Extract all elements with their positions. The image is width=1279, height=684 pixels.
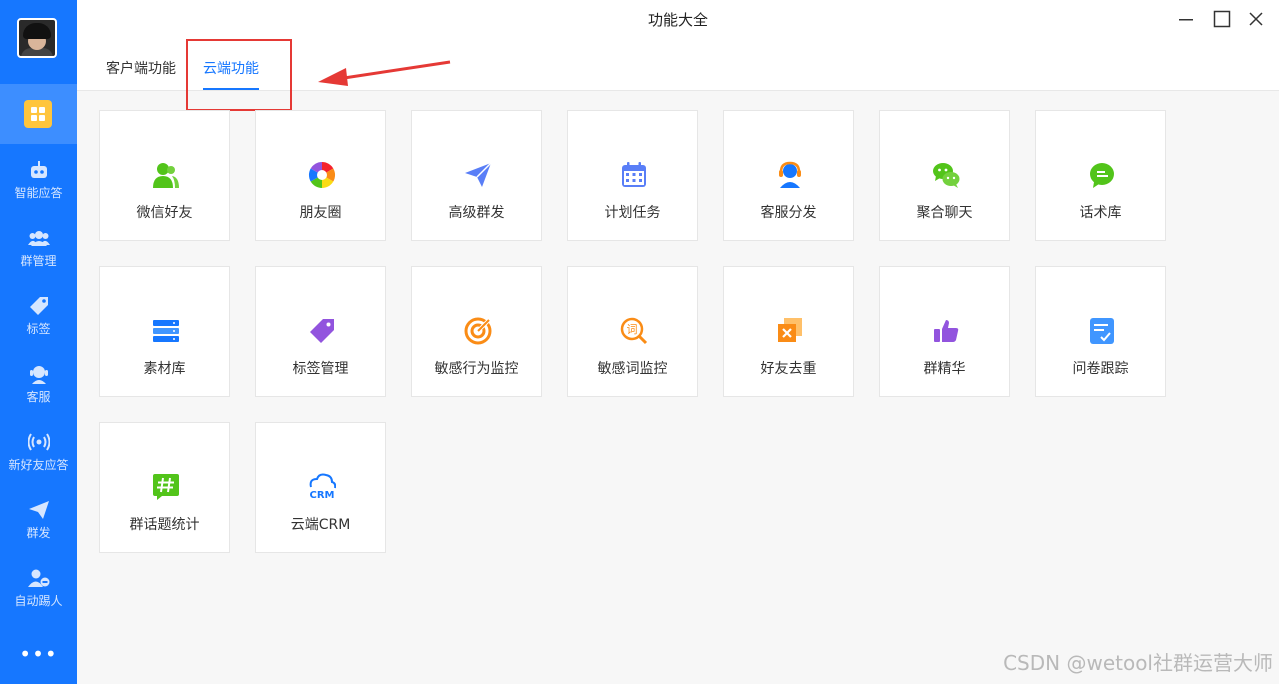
annotation-highlight-box xyxy=(186,39,292,111)
headset-icon xyxy=(779,161,801,188)
feature-card-sensitive-words[interactable]: 词 敏感词监控 xyxy=(567,266,698,397)
paper-plane-icon xyxy=(465,162,492,187)
dedupe-icon xyxy=(778,318,802,342)
headset-icon xyxy=(29,366,48,384)
feature-card-wechat-friends[interactable]: 微信好友 xyxy=(99,110,230,241)
target-icon xyxy=(464,317,492,345)
feature-card-label: 群话题统计 xyxy=(129,517,200,533)
moments-icon xyxy=(308,161,336,189)
sidebar-item-auto-kick[interactable]: 自动踢人 xyxy=(0,568,77,609)
feature-card-label: 素材库 xyxy=(143,361,186,377)
sidebar-item-broadcast[interactable]: 群发 xyxy=(0,500,77,541)
feature-card-scheduled-tasks[interactable]: 计划任务 xyxy=(567,110,698,241)
feature-card-label: 计划任务 xyxy=(604,205,661,221)
calendar-icon xyxy=(622,162,646,187)
title-bar: 功能大全 xyxy=(77,0,1279,38)
robot-icon xyxy=(30,161,47,178)
sidebar-item-new-friend-reply[interactable]: 新好友应答 xyxy=(0,432,77,473)
feature-card-label: 群精华 xyxy=(923,361,966,377)
feature-card-label: 客服分发 xyxy=(760,205,817,221)
feature-card-label: 标签管理 xyxy=(292,361,349,377)
sidebar-item-label: 自动踢人 xyxy=(14,594,63,608)
feature-card-tag-management[interactable]: 标签管理 xyxy=(255,266,386,397)
tab-client-features[interactable]: 客户端功能 xyxy=(106,58,176,78)
sidebar-item-label: 群管理 xyxy=(20,254,57,268)
avatar[interactable] xyxy=(17,18,57,58)
feature-card-survey-tracking[interactable]: 问卷跟踪 xyxy=(1035,266,1166,397)
feature-card-cloud-crm[interactable]: CRM 云端CRM xyxy=(255,422,386,553)
sidebar-item-customer-service[interactable]: 客服 xyxy=(0,364,77,405)
feature-card-sensitive-behavior[interactable]: 敏感行为监控 xyxy=(411,266,542,397)
watermark: CSDN @wetool社群运营大师 xyxy=(1003,651,1273,675)
sidebar-item-label: 新好友应答 xyxy=(8,458,69,472)
feature-card-label: 微信好友 xyxy=(136,205,193,221)
maximize-icon[interactable] xyxy=(1211,8,1233,30)
feature-card-label: 敏感词监控 xyxy=(597,361,668,377)
close-icon[interactable] xyxy=(1245,8,1267,30)
sidebar-item-label: 群发 xyxy=(26,526,51,540)
wechat-icon xyxy=(933,163,960,188)
send-icon xyxy=(28,501,49,519)
feature-card-label: 话术库 xyxy=(1079,205,1122,221)
sidebar-item-label: 智能应答 xyxy=(14,186,63,200)
kick-user-icon xyxy=(27,569,49,587)
feature-card-label: 高级群发 xyxy=(448,205,505,221)
sidebar: 智能应答 群管理 标签 客服 新好友应答 群发 自动踢人 ••• xyxy=(0,0,77,684)
feature-card-label: 朋友圈 xyxy=(299,205,342,221)
server-icon xyxy=(153,320,179,342)
checklist-icon xyxy=(1090,318,1114,344)
group-icon xyxy=(27,231,50,246)
cloud-crm-icon: CRM xyxy=(310,473,336,501)
feature-card-label: 敏感行为监控 xyxy=(434,361,519,377)
feature-card-friend-dedupe[interactable]: 好友去重 xyxy=(723,266,854,397)
feature-card-scripts-library[interactable]: 话术库 xyxy=(1035,110,1166,241)
feature-card-moments[interactable]: 朋友圈 xyxy=(255,110,386,241)
feature-card-cs-dispatch[interactable]: 客服分发 xyxy=(723,110,854,241)
chat-bubble-icon xyxy=(1090,163,1114,188)
sidebar-item-auto-reply[interactable]: 智能应答 xyxy=(0,160,77,201)
sidebar-item-label: 标签 xyxy=(26,322,51,336)
feature-card-label: 云端CRM xyxy=(290,517,351,533)
feature-grid-icon[interactable] xyxy=(24,100,52,128)
sidebar-item-group-management[interactable]: 群管理 xyxy=(0,228,77,269)
svg-text:词: 词 xyxy=(627,323,638,336)
minimize-icon[interactable] xyxy=(1175,8,1197,30)
feature-card-label: 聚合聊天 xyxy=(916,205,973,221)
feature-card-aggregate-chat[interactable]: 聚合聊天 xyxy=(879,110,1010,241)
friends-icon xyxy=(153,163,179,188)
feature-card-material-library[interactable]: 素材库 xyxy=(99,266,230,397)
sidebar-item-tags[interactable]: 标签 xyxy=(0,296,77,337)
annotation-arrow xyxy=(318,60,451,86)
word-search-icon: 词 xyxy=(620,317,648,345)
tag-icon xyxy=(29,297,48,315)
hashtag-icon xyxy=(153,474,179,500)
sidebar-item-label: 客服 xyxy=(26,390,51,404)
feature-card-group-topic-stats[interactable]: 群话题统计 xyxy=(99,422,230,553)
broadcast-icon xyxy=(27,433,50,451)
svg-text:CRM: CRM xyxy=(310,490,335,501)
feature-card-advanced-broadcast[interactable]: 高级群发 xyxy=(411,110,542,241)
tag-icon xyxy=(310,319,334,343)
feature-card-label: 好友去重 xyxy=(760,361,817,377)
window-title: 功能大全 xyxy=(647,11,708,29)
feature-card-label: 问卷跟踪 xyxy=(1072,361,1129,377)
more-icon[interactable]: ••• xyxy=(0,644,77,664)
feature-card-group-highlights[interactable]: 群精华 xyxy=(879,266,1010,397)
thumbs-up-icon xyxy=(934,320,959,342)
